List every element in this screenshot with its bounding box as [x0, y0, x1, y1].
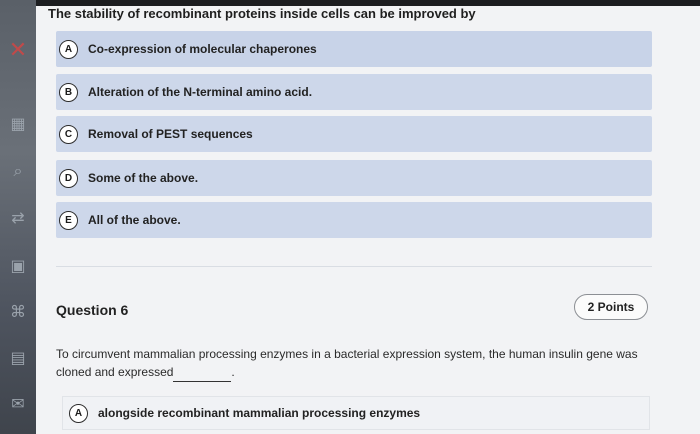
- option-text: alongside recombinant mammalian processi…: [98, 406, 421, 420]
- points-badge: 2 Points: [574, 294, 648, 320]
- mail-icon[interactable]: ✉: [6, 392, 30, 416]
- left-toolbar: ✕ ▦ ⌕ ⇄ ▣ ⌘ ▤ ✉: [0, 0, 36, 434]
- table-icon[interactable]: ▦: [6, 112, 30, 136]
- option-c[interactable]: C Removal of PEST sequences: [56, 116, 652, 152]
- question-6-stem-end: .: [231, 365, 235, 379]
- fill-in-blank: [173, 363, 232, 382]
- option-text: Removal of PEST sequences: [88, 127, 253, 141]
- option-letter: A: [69, 403, 88, 423]
- calculator-icon[interactable]: ▣: [6, 254, 30, 278]
- option-text: All of the above.: [88, 213, 181, 227]
- option-d[interactable]: D Some of the above.: [56, 160, 652, 196]
- option-e[interactable]: E All of the above.: [56, 202, 652, 238]
- quiz-content: The stability of recombinant proteins in…: [36, 6, 700, 434]
- grid-icon[interactable]: ▤: [6, 346, 30, 370]
- option-a[interactable]: A Co-expression of molecular chaperones: [56, 31, 652, 67]
- question-divider: [56, 266, 652, 267]
- option-letter: A: [59, 39, 78, 59]
- option-letter: D: [59, 168, 78, 188]
- hanzi-icon[interactable]: ⌘: [6, 300, 30, 324]
- option-letter: E: [59, 210, 78, 230]
- question-6-title: Question 6: [56, 302, 129, 318]
- option-text: Some of the above.: [88, 171, 199, 185]
- question-6-stem-text: To circumvent mammalian processing enzym…: [56, 347, 638, 379]
- search-icon[interactable]: ⌕: [6, 160, 30, 184]
- question-5-stem: The stability of recombinant proteins in…: [48, 6, 476, 21]
- option-text: Alteration of the N-terminal amino acid.: [88, 85, 313, 99]
- close-icon[interactable]: ✕: [6, 37, 30, 62]
- translate-icon[interactable]: ⇄: [6, 206, 30, 230]
- q6-option-a[interactable]: A alongside recombinant mammalian proces…: [62, 396, 650, 430]
- option-letter: C: [59, 124, 78, 144]
- question-6-stem: To circumvent mammalian processing enzym…: [56, 345, 646, 382]
- option-b[interactable]: B Alteration of the N-terminal amino aci…: [56, 74, 652, 110]
- option-letter: B: [59, 82, 78, 102]
- option-text: Co-expression of molecular chaperones: [88, 42, 317, 56]
